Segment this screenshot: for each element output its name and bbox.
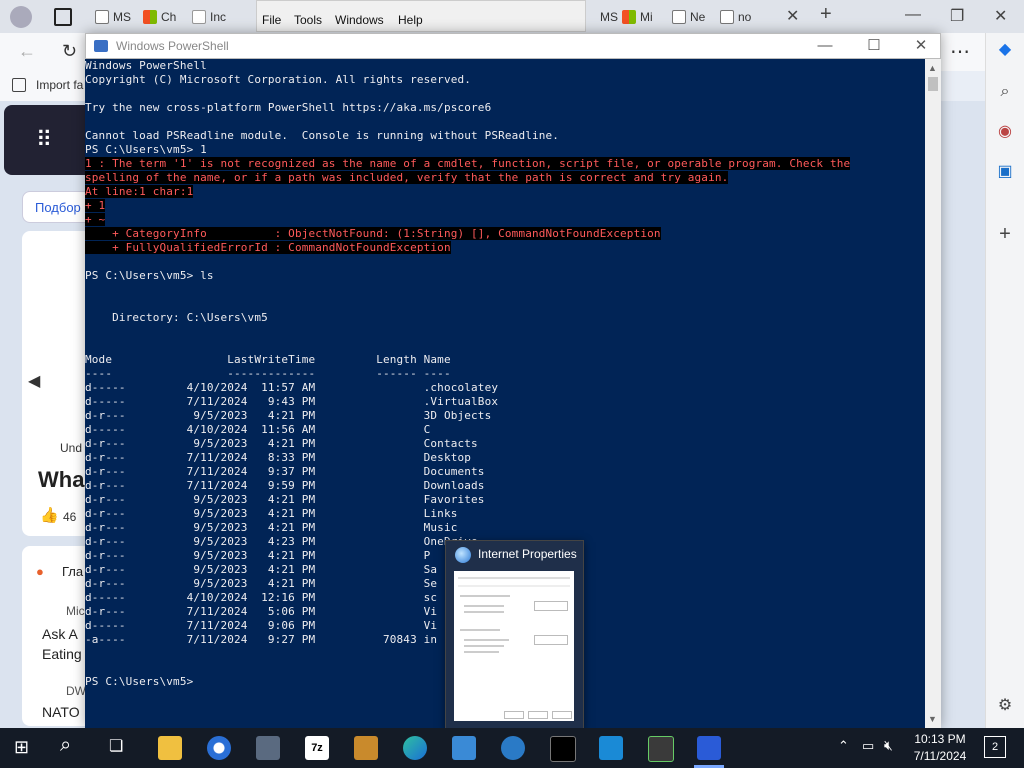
app-menu-strip: File Tools Windows Help [256, 0, 586, 32]
error-line: + ~ [85, 213, 106, 226]
edge-browser-icon[interactable] [403, 736, 427, 760]
search-icon[interactable]: ⌕ [60, 734, 71, 757]
tools-app-icon[interactable] [354, 736, 378, 760]
clock-time[interactable]: 10:13 PM [912, 732, 968, 746]
notification-icon[interactable]: 2 [984, 736, 1006, 758]
error-line: 1 : The term '1' is not recognized as th… [85, 157, 851, 170]
like-count: 46 [63, 510, 77, 524]
feed-card[interactable]: ● Гла Mic Ask A Eating DW NATO [22, 546, 92, 726]
browser-tab[interactable]: MS [600, 6, 618, 28]
remote-desktop-icon[interactable] [599, 736, 623, 760]
menu-help[interactable]: Help [398, 13, 423, 27]
powershell-titlebar[interactable]: Windows PowerShell — ☐ ✕ [85, 33, 941, 59]
globe-icon [455, 547, 471, 563]
refresh-icon[interactable]: ↻ [62, 41, 77, 62]
minimize-button[interactable]: — [810, 36, 840, 56]
preview-title: Internet Properties [478, 547, 577, 561]
powershell-app-icon [94, 40, 108, 52]
menu-file[interactable]: File [262, 13, 281, 27]
trending-icon: ● [36, 564, 44, 579]
menu-tools[interactable]: Tools [294, 13, 322, 27]
tab-close-icon[interactable]: ✕ [786, 6, 799, 26]
error-line: + 1 [85, 199, 106, 212]
menu-windows[interactable]: Windows [335, 13, 384, 27]
restore-icon[interactable]: ❐ [950, 6, 964, 26]
console-ls-header: PS C:\Users\vm5> ls Directory: C:\Users\… [85, 269, 451, 380]
console-scrollbar[interactable]: ▲ ▼ [925, 59, 941, 728]
news-card[interactable]: ◀ Und Wha 👍 46 [22, 231, 92, 536]
more-menu-icon[interactable]: ⋯ [950, 39, 970, 64]
add-sidebar-app-icon[interactable]: + [994, 223, 1016, 245]
console-banner: Windows PowerShell Copyright (C) Microso… [85, 59, 560, 156]
microsoft-logo-icon [143, 10, 157, 24]
close-button[interactable]: ✕ [906, 36, 936, 56]
console-error: 1 : The term '1' is not recognized as th… [85, 157, 925, 255]
scroll-thumb[interactable] [928, 77, 938, 91]
scroll-up-icon[interactable]: ▲ [928, 63, 937, 73]
tray-overflow-icon[interactable]: ⌃ [838, 738, 849, 754]
news-source: Und [60, 441, 83, 455]
filter-chip[interactable]: Подбор [22, 191, 94, 223]
tab-favicon-icon [672, 10, 686, 24]
browser-tab[interactable]: Ch [143, 6, 176, 28]
outlook-icon[interactable]: ▣ [994, 161, 1016, 183]
error-line: At line:1 char:1 [85, 185, 194, 198]
error-line: + FullyQualifiedErrorId : CommandNotFoun… [85, 241, 451, 254]
network-icon[interactable]: ▭ [862, 738, 874, 754]
apps-grid-icon[interactable]: ⠿ [36, 127, 52, 153]
tab-favicon-icon [95, 10, 109, 24]
browser-tab[interactable]: Mi [622, 6, 653, 28]
settings-gear-icon[interactable]: ⚙ [994, 695, 1016, 717]
carousel-prev-icon[interactable]: ◀ [28, 371, 40, 391]
chromium-browser-icon[interactable] [207, 736, 231, 760]
window-title: Windows PowerShell [116, 39, 229, 53]
file-explorer-icon[interactable] [158, 736, 182, 760]
document-icon [192, 10, 206, 24]
profile-avatar[interactable] [10, 6, 32, 28]
close-icon[interactable]: ✕ [994, 6, 1007, 26]
7zip-icon[interactable]: 7z [305, 736, 329, 760]
tab-favicon-icon [720, 10, 734, 24]
virtualbox-cube-icon[interactable] [256, 736, 280, 760]
start-windows-icon[interactable]: ⊞ [14, 737, 29, 758]
microsoft-logo-icon [622, 10, 636, 24]
control-panel-icon[interactable] [452, 736, 476, 760]
import-favorites-link[interactable]: Import fa [36, 78, 83, 92]
browser-tab[interactable]: MS [95, 6, 131, 28]
minimize-icon[interactable]: — [905, 6, 921, 24]
taskbar: ⊞ ⌕ ❏ 7z ⌃ ▭ 🔇︎ 10:13 PM 7/11/2024 2 [0, 728, 1024, 768]
tab-actions-icon[interactable] [54, 8, 72, 26]
preview-thumbnail [454, 571, 574, 721]
error-line: spelling of the name, or if a path was i… [85, 171, 729, 184]
browser-tab[interactable]: no [720, 6, 751, 28]
like-icon[interactable]: 👍 [40, 506, 59, 524]
phone-app-icon[interactable] [648, 736, 674, 762]
search-icon[interactable]: ⌕ [994, 81, 1016, 103]
office-icon[interactable]: ◉ [994, 121, 1016, 143]
top-card: ⠿ [4, 105, 94, 175]
internet-properties-taskbar-icon[interactable] [501, 736, 525, 760]
powershell-taskbar-icon[interactable] [697, 736, 721, 760]
new-tab-icon[interactable]: + [820, 3, 832, 26]
maximize-button[interactable]: ☐ [859, 36, 889, 56]
task-view-icon[interactable]: ❏ [109, 736, 123, 756]
import-favorites-icon [12, 78, 26, 92]
cmd-terminal-icon[interactable] [550, 736, 576, 762]
browser-tab[interactable]: Inc [192, 6, 226, 28]
favorites-bar: Import fa [0, 71, 90, 101]
browser-tab[interactable]: Ne [672, 6, 705, 28]
back-icon[interactable]: ← [18, 41, 36, 62]
clock-date[interactable]: 7/11/2024 [910, 749, 970, 763]
volume-muted-icon[interactable]: 🔇︎ [884, 737, 893, 754]
error-line: + CategoryInfo : ObjectNotFound: (1:Stri… [85, 227, 661, 240]
edge-sidebar: ◆ ⌕ ◉ ▣ + ⚙ [985, 33, 1024, 728]
internet-properties-preview[interactable]: Internet Properties [445, 540, 584, 730]
news-headline: Wha [38, 467, 85, 492]
scroll-down-icon[interactable]: ▼ [928, 714, 937, 724]
copilot-icon[interactable]: ◆ [994, 39, 1016, 61]
